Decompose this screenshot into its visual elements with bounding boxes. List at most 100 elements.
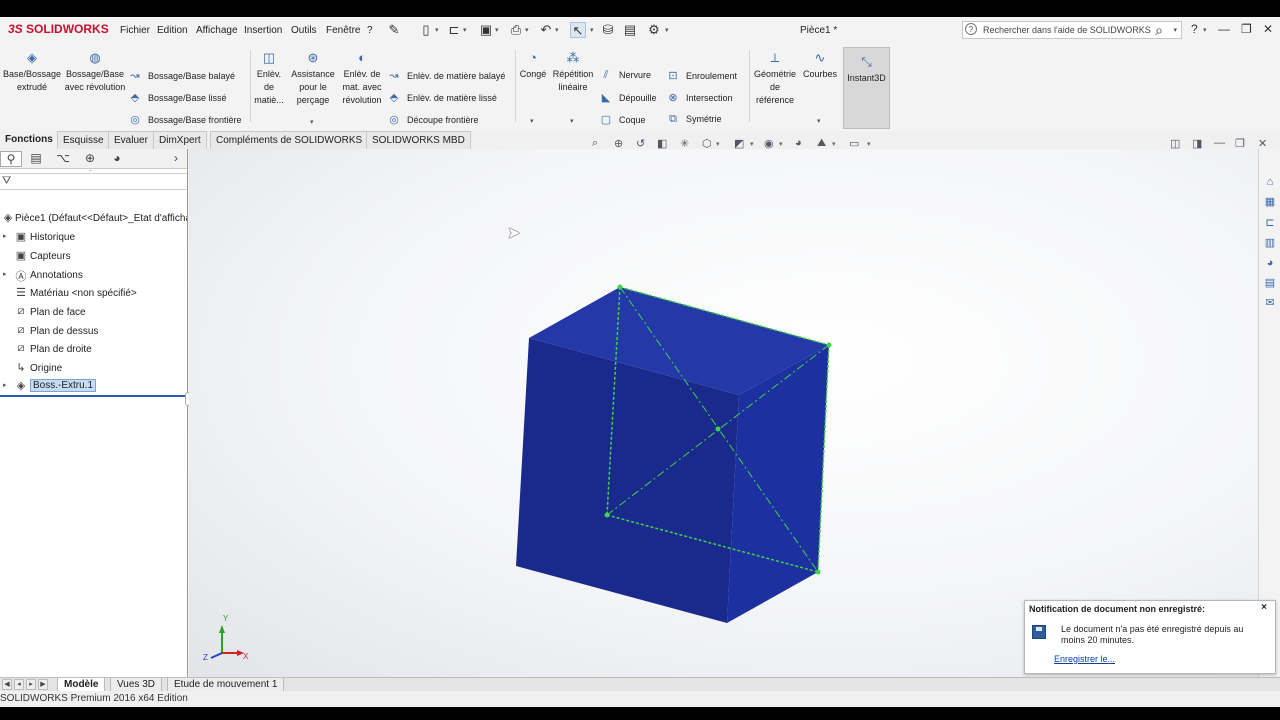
tab-dimxpert[interactable]: DimXpert (153, 131, 207, 149)
tree-item-boss-extru[interactable]: ▸ ◈ Boss.-Extru.1 (0, 378, 187, 395)
wrap-button[interactable]: ⊡ Enroulement (666, 69, 737, 82)
boundary-boss-button[interactable]: ◎ Bossage/Base frontière (128, 113, 241, 126)
view-palette-icon[interactable]: ▥ (1262, 235, 1278, 251)
fillet-dropdown[interactable]: ▾ (530, 117, 534, 125)
menu-fichier[interactable]: Fichier (120, 25, 150, 36)
first-tab-arrow-icon[interactable]: ◀ (2, 679, 12, 690)
save-dropdown[interactable]: ▾ (495, 26, 499, 34)
forum-icon[interactable]: ✉ (1262, 295, 1278, 311)
restore-window-icon[interactable]: ❐ (1241, 22, 1252, 36)
tab-fonctions[interactable]: Fonctions (0, 131, 58, 149)
tree-item-annotations[interactable]: ▸ Ⓐ Annotations (0, 267, 187, 284)
curves-button[interactable]: ∿ Courbes (801, 50, 839, 81)
shell-button[interactable]: ▢ Coque (599, 113, 646, 126)
file-explorer-icon[interactable]: ⊏ (1262, 215, 1278, 231)
menu-outils[interactable]: Outils (291, 25, 317, 36)
open-icon[interactable]: ⊏ (446, 22, 462, 38)
solidworks-resources-icon[interactable]: ⌂ (1262, 174, 1278, 190)
print-icon[interactable]: ⎙ (508, 22, 524, 38)
feature-tree-filter[interactable]: ⛛ (0, 173, 187, 190)
extruded-boss-button[interactable]: ◈ Base/Bossage extrudé (3, 50, 61, 94)
new-document-dropdown[interactable]: ▾ (435, 26, 439, 34)
design-library-icon[interactable]: ▦ (1262, 194, 1278, 210)
tree-item-materiau[interactable]: ☰ Matériau <non spécifié> (0, 285, 187, 302)
menu-affichage[interactable]: Affichage (196, 25, 238, 36)
open-dropdown[interactable]: ▾ (463, 26, 467, 34)
help-search-box[interactable]: ? Rechercher dans l'aide de SOLIDWORKS ⌕… (962, 21, 1182, 39)
menu-fenetre[interactable]: Fenêtre (326, 25, 360, 36)
view-orientation-dropdown[interactable]: ▾ (716, 140, 720, 148)
options-dropdown[interactable]: ▾ (665, 26, 669, 34)
prev-tab-arrow-icon[interactable]: ◂ (14, 679, 24, 690)
tab-esquisse[interactable]: Esquisse (57, 131, 110, 149)
expand-arrow-icon[interactable]: ▸ (3, 270, 7, 278)
revolved-boss-button[interactable]: ◍ Bossage/Base avec révolution (64, 50, 126, 94)
new-document-icon[interactable]: ▯ (418, 22, 434, 38)
draft-button[interactable]: ◣ Dépouille (599, 91, 657, 104)
curves-dropdown[interactable]: ▾ (817, 117, 821, 125)
help-button[interactable]: ? (1191, 22, 1198, 36)
select-arrow-icon[interactable]: ↖ (570, 22, 586, 38)
menu-insertion[interactable]: Insertion (244, 25, 282, 36)
tree-item-plan-de-dessus[interactable]: ⧄ Plan de dessus (0, 323, 187, 340)
expand-arrow-icon[interactable]: ▸ (3, 381, 7, 389)
boundary-cut-button[interactable]: ◎ Découpe frontière (387, 113, 478, 126)
save-icon[interactable]: ▣ (478, 22, 494, 38)
help-dropdown[interactable]: ▾ (1203, 26, 1207, 34)
solidworks-logo[interactable]: 3S SOLIDWORKS (8, 22, 109, 36)
undo-icon[interactable]: ↶ (538, 22, 554, 38)
tab-vues-3d[interactable]: Vues 3D (110, 678, 162, 692)
mirror-button[interactable]: ⧉ Symétrie (666, 113, 721, 126)
custom-properties-icon[interactable]: ▤ (1262, 275, 1278, 291)
tab-modele[interactable]: Modèle (57, 678, 106, 692)
rollback-bar[interactable] (0, 395, 187, 397)
hole-wizard-dropdown[interactable]: ▾ (310, 118, 314, 126)
display-style-dropdown[interactable]: ▾ (750, 140, 754, 148)
undo-dropdown[interactable]: ▾ (555, 26, 559, 34)
property-manager-tab-icon[interactable]: ▤ (25, 151, 47, 167)
panel-expand-chevron-icon[interactable]: › (168, 151, 184, 167)
tree-item-capteurs[interactable]: ▣ Capteurs (0, 248, 187, 265)
lofted-cut-button[interactable]: ⬘ Enlèv. de matière lissé (387, 91, 497, 104)
tab-mbd[interactable]: SOLIDWORKS MBD (366, 131, 471, 149)
hole-wizard-button[interactable]: ⊛ Assistance pour le perçage (288, 50, 338, 107)
apply-scene-dropdown[interactable]: ▾ (832, 140, 836, 148)
feature-tree-tab-icon[interactable]: ⚲ (0, 151, 22, 167)
appearances-icon[interactable]: ◕ (1262, 255, 1278, 271)
menu-edition[interactable]: Edition (157, 25, 188, 36)
tree-item-plan-de-droite[interactable]: ⧄ Plan de droite (0, 341, 187, 358)
lofted-boss-button[interactable]: ⬘ Bossage/Base lissé (128, 91, 227, 104)
graphics-area[interactable]: Y X Z ➤ (189, 149, 1257, 677)
display-manager-tab-icon[interactable]: ◕ (106, 151, 128, 167)
menu-help[interactable]: ? (367, 25, 373, 36)
part-model-svg[interactable]: Y X Z (189, 149, 1257, 677)
expand-arrow-icon[interactable]: ▸ (3, 232, 7, 240)
configuration-manager-tab-icon[interactable]: ⌥ (52, 151, 74, 167)
linear-pattern-dropdown[interactable]: ▾ (570, 117, 574, 125)
reference-geometry-button[interactable]: ⟂ Géométrie de référence (751, 50, 799, 107)
select-dropdown[interactable]: ▾ (590, 26, 594, 34)
doc-minimize-icon[interactable]: — (1214, 137, 1225, 149)
pin-icon[interactable]: ✎ (386, 22, 402, 38)
swept-boss-button[interactable]: ↝ Bossage/Base balayé (128, 69, 235, 82)
tree-item-plan-de-face[interactable]: ⧄ Plan de face (0, 304, 187, 321)
fillet-button[interactable]: ◔ Congé (518, 50, 548, 81)
options-gear-icon[interactable]: ⚙ (646, 22, 662, 38)
rebuild-icon[interactable]: ⛁ (600, 22, 616, 38)
dimxpert-manager-tab-icon[interactable]: ⊕ (79, 151, 101, 167)
help-search-input[interactable]: Rechercher dans l'aide de SOLIDWORKS (983, 25, 1151, 35)
rib-button[interactable]: ⫽ Nervure (599, 69, 651, 82)
print-dropdown[interactable]: ▾ (525, 26, 529, 34)
save-now-link[interactable]: Enregistrer le... (1054, 654, 1115, 664)
hide-show-dropdown[interactable]: ▾ (779, 140, 783, 148)
linear-pattern-button[interactable]: ⁂ Répétition linéaire (550, 50, 596, 94)
minimize-window-icon[interactable]: — (1218, 22, 1230, 36)
tab-complements[interactable]: Compléments de SOLIDWORKS (210, 131, 369, 149)
tab-etude-de-mouvement[interactable]: Etude de mouvement 1 (167, 678, 285, 692)
swept-cut-button[interactable]: ↝ Enlèv. de matière balayé (387, 69, 505, 82)
edit-appearance-icon[interactable]: ◕ (795, 137, 802, 149)
tree-item-historique[interactable]: ▸ ▣ Historique (0, 229, 187, 246)
tree-item-origine[interactable]: ↳ Origine (0, 360, 187, 377)
close-notification-icon[interactable]: × (1261, 602, 1267, 613)
view-settings-dropdown[interactable]: ▾ (867, 140, 871, 148)
